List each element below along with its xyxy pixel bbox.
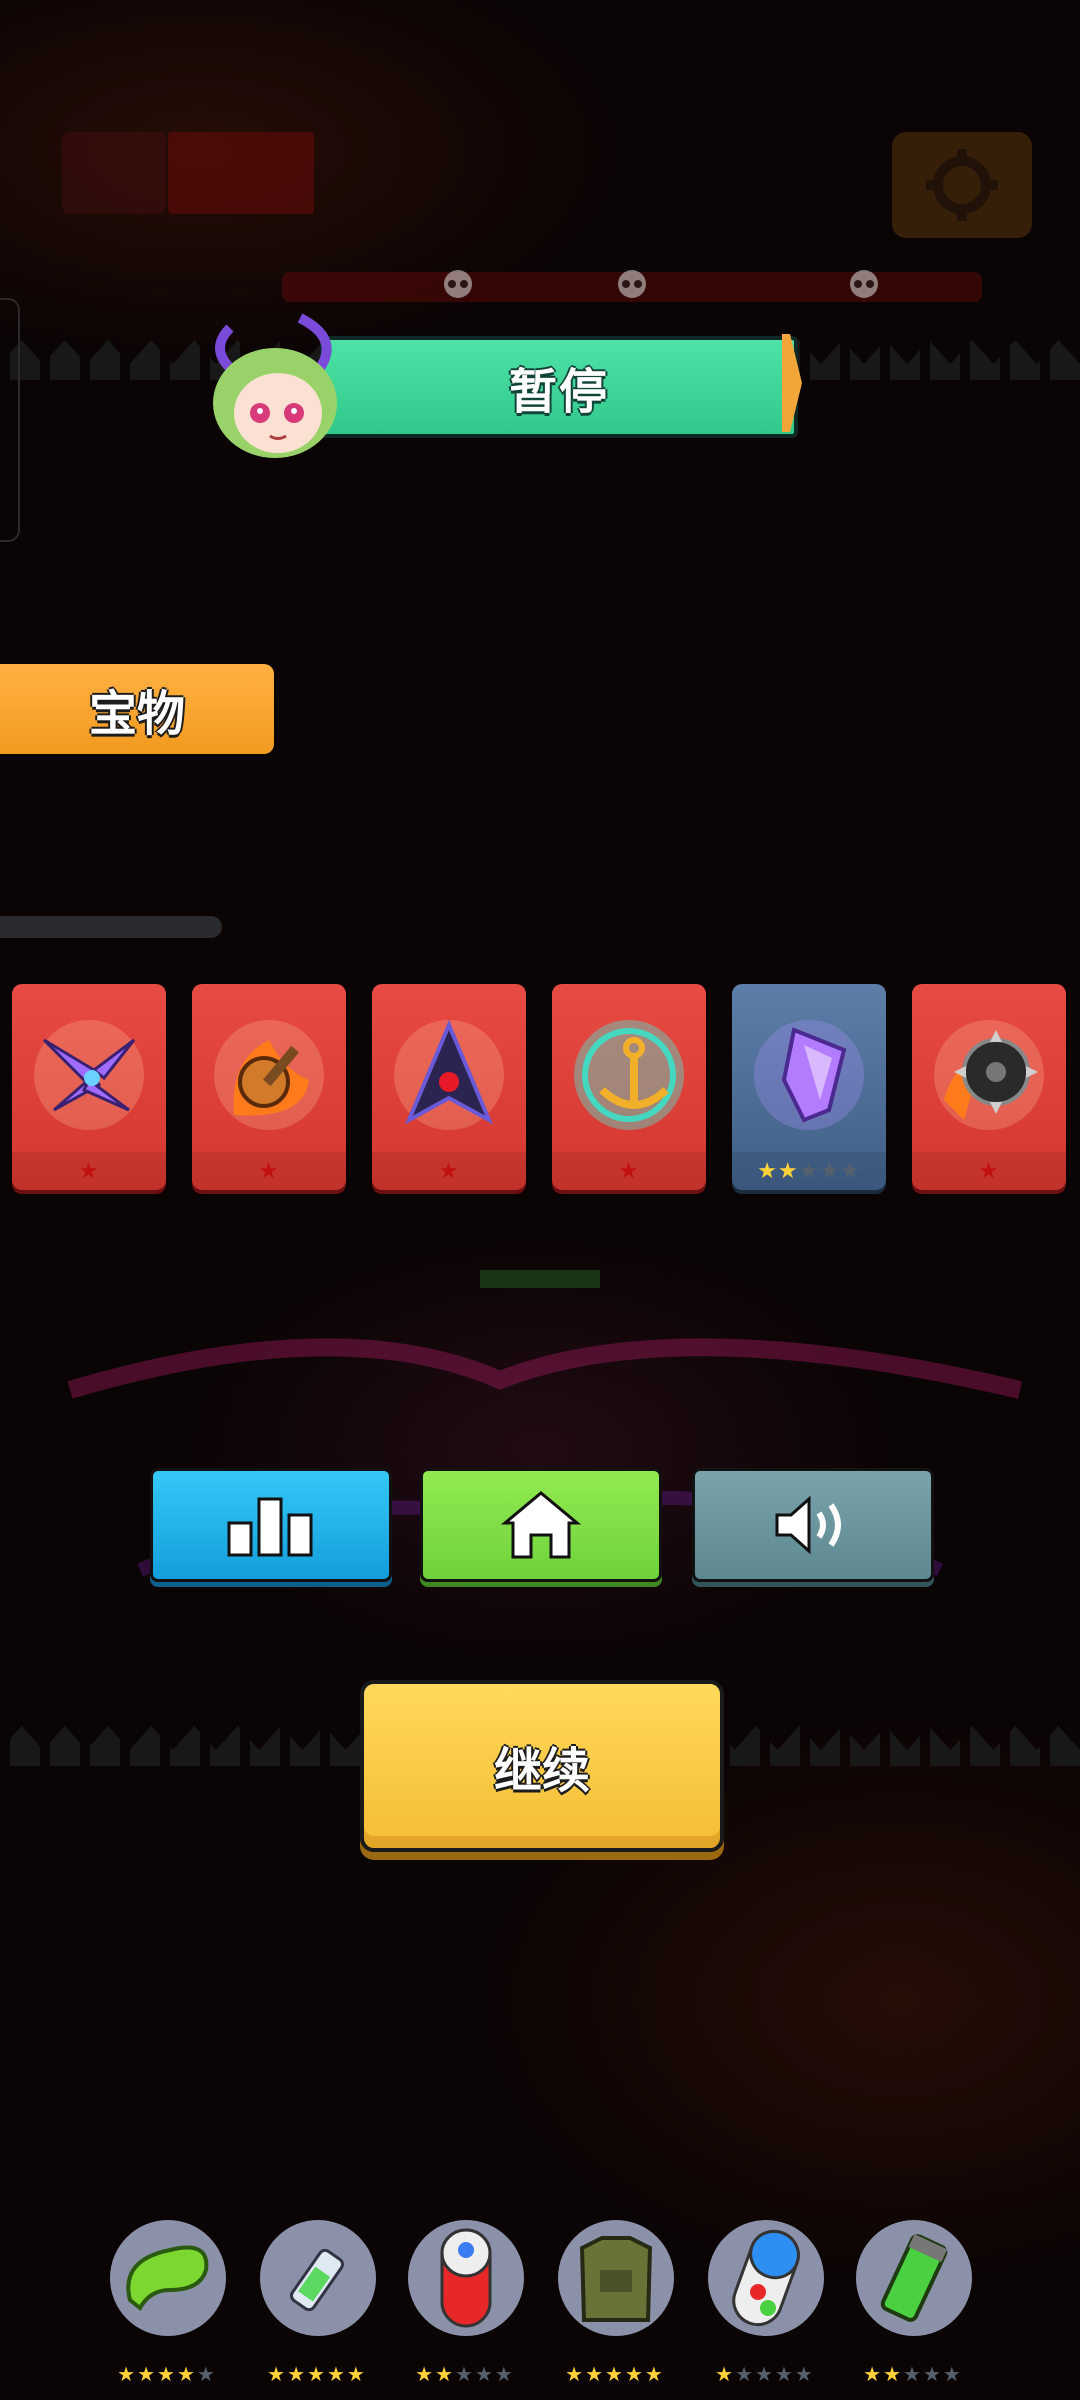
- star-rating: ★★★★★: [715, 2362, 815, 2386]
- gear-icon: [926, 149, 998, 221]
- spiked-wheel-icon: [944, 1030, 1038, 1120]
- continue-button[interactable]: 继续: [360, 1680, 724, 1852]
- speaker-icon: [775, 1495, 841, 1555]
- settings-button[interactable]: [892, 132, 1032, 238]
- home-button[interactable]: [420, 1468, 662, 1582]
- star-rating: ★: [978, 1159, 1000, 1184]
- purple-claw-icon: [42, 1038, 136, 1112]
- treasure-tab[interactable]: 宝物: [0, 664, 274, 754]
- red-capsule-icon: [440, 2228, 492, 2328]
- dark-spear-icon: [404, 1020, 494, 1125]
- green-canister-icon: [880, 2234, 948, 2322]
- green-bean-icon: [126, 2245, 209, 2312]
- star-rating: ★★★★★: [757, 1159, 861, 1184]
- star-rating: ★★★★★: [863, 2362, 963, 2386]
- treasure-card[interactable]: ★: [12, 984, 166, 1190]
- item-slot[interactable]: ★★★★★: [848, 2210, 978, 2390]
- treasure-card[interactable]: ★★★★★: [732, 984, 886, 1190]
- sound-button[interactable]: [692, 1468, 934, 1582]
- skull-icon: [444, 270, 472, 298]
- pause-controls: [0, 1468, 1080, 1582]
- armor-vest-icon: [579, 2236, 653, 2322]
- skull-icon: [618, 270, 646, 298]
- star-rating: ★★★★★: [565, 2362, 665, 2386]
- item-slot[interactable]: ★★★★★: [400, 2210, 530, 2390]
- side-drawer-handle[interactable]: [0, 298, 20, 542]
- star-rating: ★: [78, 1159, 100, 1184]
- boss-health-bar: [168, 132, 314, 214]
- star-rating: ★★★★★: [415, 2362, 515, 2386]
- treasure-card[interactable]: ★: [192, 984, 346, 1190]
- fire-mace-icon: [233, 1040, 309, 1116]
- star-rating: ★★★★★: [117, 2362, 217, 2386]
- treasure-card[interactable]: ★: [912, 984, 1066, 1190]
- treasure-card[interactable]: ★: [552, 984, 706, 1190]
- pause-title: 暂停: [320, 336, 798, 438]
- treasure-card-list: ★ ★ ★ ★ ★★★★★ ★: [12, 984, 1072, 1194]
- bar-chart-icon: [227, 1497, 313, 1557]
- anchor-icon: [582, 1028, 676, 1122]
- item-slot[interactable]: ★★★★★: [252, 2210, 382, 2390]
- boss-portrait: [62, 132, 166, 214]
- treasure-card[interactable]: ★: [372, 984, 526, 1190]
- syringe-icon: [290, 2248, 344, 2312]
- rank-button[interactable]: [150, 1468, 392, 1582]
- purple-crystal-icon: [781, 1027, 847, 1123]
- hero-avatar: [213, 313, 337, 458]
- star-rating: ★: [618, 1159, 640, 1184]
- item-bar: ★★★★★ ★★★★★ ★★★★★ ★★★★★ ★★★★★ ★★★★★: [0, 2210, 1080, 2390]
- star-rating: ★: [258, 1159, 280, 1184]
- home-icon: [500, 1491, 582, 1559]
- blue-capsule-icon: [732, 2229, 800, 2327]
- item-slot[interactable]: ★★★★★: [550, 2210, 680, 2390]
- skull-icon: [850, 270, 878, 298]
- star-rating: ★: [438, 1159, 460, 1184]
- treasure-scroll-track[interactable]: [0, 916, 222, 938]
- item-slot[interactable]: ★★★★★: [700, 2210, 830, 2390]
- star-rating: ★★★★★: [267, 2362, 367, 2386]
- item-slot[interactable]: ★★★★★: [102, 2210, 232, 2390]
